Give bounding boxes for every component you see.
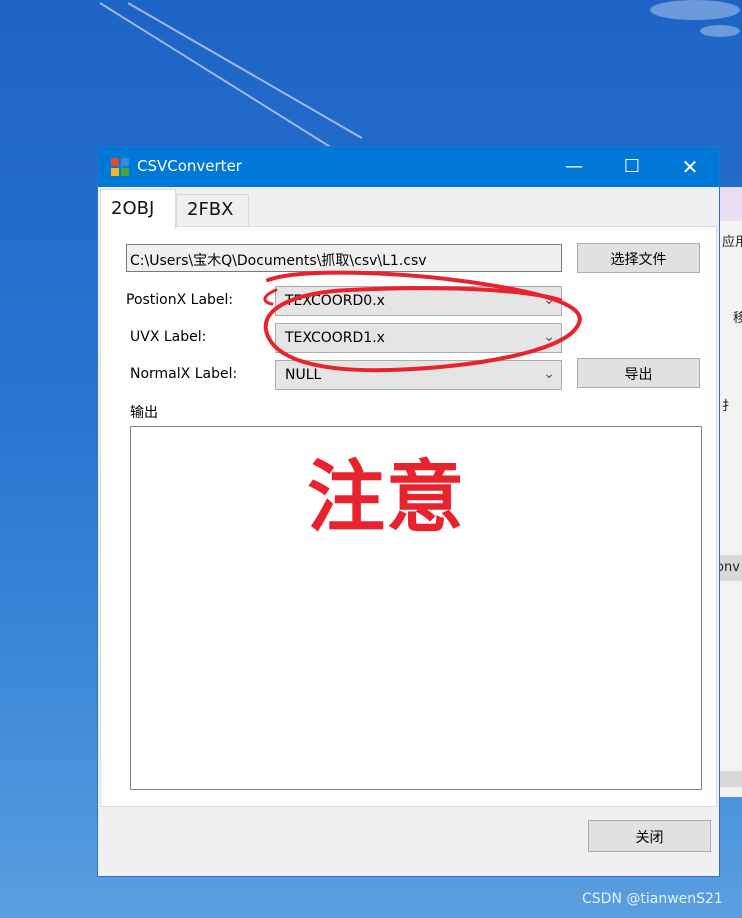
cloud: [700, 25, 740, 37]
tab-2fbx[interactable]: 2FBX: [176, 194, 249, 227]
close-button[interactable]: 关闭: [588, 820, 711, 852]
window-title: CSVConverter: [137, 157, 242, 175]
background-window-text: 应用: [722, 235, 742, 250]
sky-streak: [99, 2, 355, 163]
chevron-down-icon: ⌄: [543, 366, 555, 382]
uv-select-value: TEXCOORD1.x: [285, 330, 385, 346]
normal-label: NormalX Label:: [130, 366, 238, 382]
uv-label: UVX Label:: [130, 329, 207, 345]
background-window-strip: [720, 771, 742, 787]
chevron-down-icon: ⌄: [543, 329, 555, 345]
watermark: CSDN @tianwenS21: [582, 891, 723, 907]
background-window-strip: [720, 187, 742, 221]
maximize-button[interactable]: ☐: [603, 147, 661, 187]
normal-select[interactable]: NULL ⌄: [275, 360, 562, 390]
title-bar[interactable]: CSVConverter — ☐ ✕: [98, 147, 719, 187]
app-icon: [111, 158, 129, 176]
csvconverter-window: CSVConverter — ☐ ✕ 2OBJ 2FBX C:\Users\宝木…: [97, 146, 720, 877]
output-label: 输出: [130, 405, 158, 421]
output-textarea[interactable]: 注意: [130, 426, 702, 790]
tab-panel-2obj: C:\Users\宝木Q\Documents\抓取\csv\L1.csv 选择文…: [100, 226, 717, 807]
background-window-text: 移: [733, 307, 742, 326]
minimize-button[interactable]: —: [545, 147, 603, 187]
annotation-note: 注意: [307, 453, 466, 543]
position-label: PostionX Label:: [126, 292, 234, 308]
export-button[interactable]: 导出: [577, 358, 700, 388]
tab-2obj[interactable]: 2OBJ: [100, 189, 176, 229]
background-window: 应用 移 扌 onv: [719, 187, 742, 797]
cloud: [650, 0, 740, 20]
close-window-button[interactable]: ✕: [661, 147, 719, 187]
chevron-down-icon: ⌄: [543, 292, 555, 308]
position-select-value: TEXCOORD0.x: [285, 293, 385, 309]
background-window-text: 扌: [722, 399, 736, 414]
choose-file-button[interactable]: 选择文件: [577, 243, 700, 273]
background-window-text: onv: [720, 560, 740, 575]
uv-select[interactable]: TEXCOORD1.x ⌄: [275, 323, 562, 353]
position-select[interactable]: TEXCOORD0.x ⌄: [275, 286, 562, 316]
sky-streak: [127, 2, 363, 139]
file-path-field[interactable]: C:\Users\宝木Q\Documents\抓取\csv\L1.csv: [126, 244, 562, 272]
normal-select-value: NULL: [285, 367, 322, 383]
